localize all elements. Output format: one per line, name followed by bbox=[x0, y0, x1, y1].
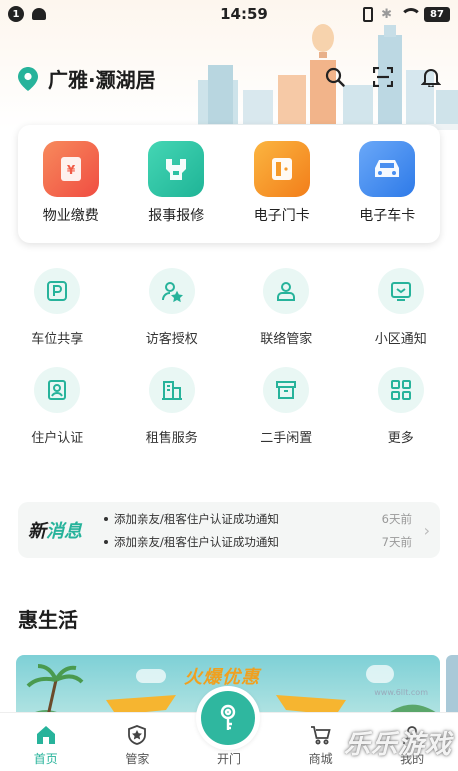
rental-icon bbox=[148, 367, 195, 413]
header-actions bbox=[324, 66, 442, 88]
news-item-text: 添加亲友/租客住户认证成功通知 bbox=[114, 511, 279, 526]
scan-icon[interactable] bbox=[372, 66, 394, 88]
wifi-icon bbox=[400, 8, 422, 20]
services-grid-row: 住户认证 租售服务 二手闲置 更多 bbox=[0, 367, 458, 446]
news-item[interactable]: 添加亲友/租客住户认证成功通知 7天前 bbox=[104, 534, 412, 550]
search-icon[interactable] bbox=[324, 66, 346, 88]
banner-title: 火爆优惠 bbox=[184, 667, 260, 688]
nav-label: 开门 bbox=[216, 752, 241, 766]
bluetooth-icon: ✱ bbox=[381, 6, 392, 22]
service-property-fee[interactable]: ¥ 物业缴费 bbox=[21, 141, 121, 243]
open-door-button[interactable] bbox=[196, 686, 260, 750]
grid-item-butler[interactable]: 联络管家 bbox=[236, 268, 336, 347]
grid-item-label: 住户认证 bbox=[31, 431, 84, 446]
section-title: 惠生活 bbox=[18, 608, 78, 632]
service-label: 报事报修 bbox=[148, 208, 205, 224]
grid-item-more[interactable]: 更多 bbox=[351, 367, 451, 446]
service-label: 物业缴费 bbox=[42, 208, 99, 224]
nav-label: 首页 bbox=[33, 752, 58, 766]
butler-badge-icon bbox=[125, 723, 149, 747]
nav-label: 管家 bbox=[125, 752, 150, 766]
notification-count-badge: 1 bbox=[8, 6, 24, 22]
butler-icon bbox=[263, 268, 310, 314]
visitor-icon bbox=[148, 268, 195, 314]
resident-id-icon bbox=[34, 367, 81, 413]
parking-icon bbox=[34, 268, 81, 314]
watermark: 乐乐游戏 bbox=[343, 730, 452, 760]
home-icon bbox=[34, 723, 58, 747]
services-grid-row: 车位共享 访客授权 联络管家 小区通知 bbox=[0, 268, 458, 347]
nav-label: 商城 bbox=[308, 752, 333, 766]
watermark-url: www.6llt.com bbox=[374, 688, 428, 697]
service-door-card[interactable]: 电子门卡 bbox=[232, 141, 332, 243]
vibrate-icon bbox=[363, 6, 374, 22]
notice-icon bbox=[377, 268, 424, 314]
android-icon bbox=[32, 8, 46, 20]
news-title: 新消息 bbox=[28, 517, 104, 543]
grid-item-label: 访客授权 bbox=[145, 332, 198, 347]
chevron-right-icon: › bbox=[423, 520, 430, 540]
main-services-card: ¥ 物业缴费 报事报修 电子门卡 电子车卡 bbox=[18, 125, 440, 243]
grid-item-label: 小区通知 bbox=[374, 332, 427, 347]
location-selector[interactable]: 广雅·灏湖居 bbox=[18, 64, 156, 93]
location-name: 广雅·灏湖居 bbox=[48, 68, 156, 92]
news-item-text: 添加亲友/租客住户认证成功通知 bbox=[114, 534, 279, 549]
news-title-part1: 新 bbox=[28, 521, 46, 542]
grid-item-resident-id[interactable]: 住户认证 bbox=[7, 367, 107, 446]
grid-item-label: 租售服务 bbox=[145, 431, 198, 446]
grid-item-label: 车位共享 bbox=[31, 332, 84, 347]
status-bar: 1 14:59 ✱ 87 bbox=[0, 0, 458, 28]
svg-text:¥: ¥ bbox=[67, 163, 76, 177]
grid-item-secondhand[interactable]: 二手闲置 bbox=[236, 367, 336, 446]
more-grid-icon bbox=[377, 367, 424, 413]
news-item[interactable]: 添加亲友/租客住户认证成功通知 6天前 bbox=[104, 511, 412, 527]
grid-item-label: 更多 bbox=[387, 431, 414, 446]
grid-item-rental[interactable]: 租售服务 bbox=[122, 367, 222, 446]
grid-item-visitor[interactable]: 访客授权 bbox=[122, 268, 222, 347]
battery-indicator: 87 bbox=[424, 6, 450, 22]
grid-item-label: 二手闲置 bbox=[260, 431, 313, 446]
nav-butler[interactable]: 管家 bbox=[97, 723, 177, 767]
nav-home[interactable]: 首页 bbox=[6, 723, 86, 767]
location-pin-icon bbox=[18, 66, 38, 91]
repair-icon bbox=[148, 141, 205, 197]
grid-item-label: 联络管家 bbox=[260, 332, 313, 347]
next-banner-peek[interactable] bbox=[446, 655, 458, 715]
door-card-icon bbox=[253, 141, 310, 197]
news-item-time: 7天前 bbox=[381, 534, 412, 549]
service-label: 电子门卡 bbox=[253, 208, 310, 224]
news-list: 添加亲友/租客住户认证成功通知 6天前 添加亲友/租客住户认证成功通知 7天前 bbox=[104, 511, 412, 550]
grid-item-notice[interactable]: 小区通知 bbox=[351, 268, 451, 347]
grid-item-parking[interactable]: 车位共享 bbox=[7, 268, 107, 347]
service-car-card[interactable]: 电子车卡 bbox=[337, 141, 437, 243]
bell-icon[interactable] bbox=[420, 66, 442, 88]
car-card-icon bbox=[359, 141, 416, 197]
news-item-time: 6天前 bbox=[381, 511, 412, 526]
service-label: 电子车卡 bbox=[359, 208, 416, 224]
key-icon bbox=[201, 691, 255, 745]
cart-icon bbox=[309, 723, 333, 747]
news-title-part2: 消息 bbox=[46, 521, 82, 542]
service-repair[interactable]: 报事报修 bbox=[126, 141, 226, 243]
news-bar[interactable]: 新消息 添加亲友/租客住户认证成功通知 6天前 添加亲友/租客住户认证成功通知 … bbox=[18, 502, 440, 558]
status-time: 14:59 bbox=[220, 5, 268, 23]
property-fee-icon: ¥ bbox=[42, 141, 99, 197]
services-grid: 车位共享 访客授权 联络管家 小区通知 住户认证 租售服务 二手闲置 更多 bbox=[0, 268, 458, 466]
secondhand-icon bbox=[263, 367, 310, 413]
